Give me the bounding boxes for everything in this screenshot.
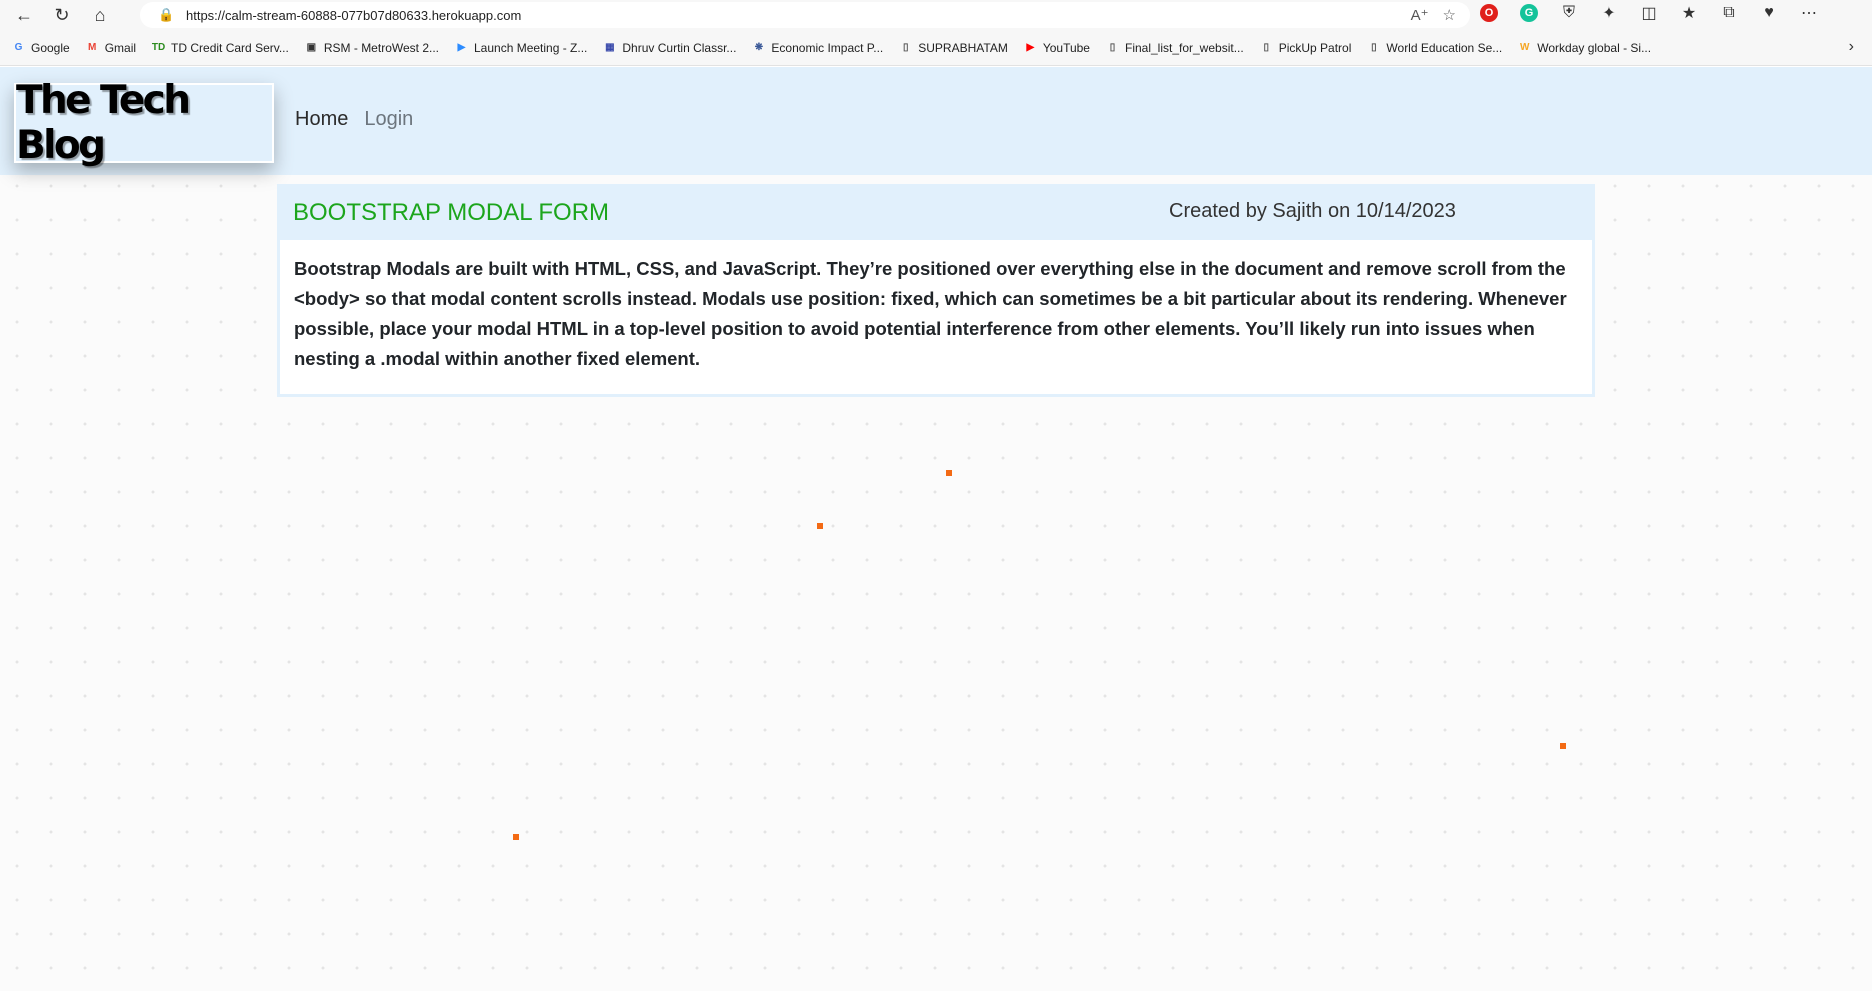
favorite-star-icon[interactable]: ☆: [1443, 6, 1456, 24]
bookmark-item[interactable]: ▣ RSM - MetroWest 2...: [305, 41, 439, 55]
bookmark-label: TD Credit Card Serv...: [171, 40, 289, 55]
td-bank-icon: TD: [151, 42, 166, 53]
decorative-dot: [946, 470, 952, 476]
site-logo[interactable]: The Tech Blog: [14, 78, 274, 168]
post-header: BOOTSTRAP MODAL FORM Created by Sajith o…: [280, 187, 1592, 240]
more-menu-icon[interactable]: ⋯: [1800, 4, 1818, 22]
zoom-icon: ▶: [457, 42, 466, 53]
favorites-icon[interactable]: ★: [1680, 4, 1698, 22]
workday-icon: W: [1520, 42, 1530, 53]
bookmark-item[interactable]: W Workday global - Si...: [1518, 41, 1651, 55]
bookmark-label: Google: [31, 40, 70, 55]
bookmark-label: Gmail: [104, 40, 137, 55]
address-bar[interactable]: 🔒 https://calm-stream-60888-077b07d80633…: [140, 2, 1470, 28]
page-icon: ▯: [1263, 42, 1269, 53]
opera-extension-icon[interactable]: O: [1480, 4, 1498, 22]
bookmark-item[interactable]: ▯ SUPRABHATAM: [899, 41, 1008, 55]
bookmark-item[interactable]: M Gmail: [86, 41, 136, 55]
bookmark-label: YouTube: [1042, 40, 1090, 55]
bookmark-label: Workday global - Si...: [1537, 40, 1652, 55]
gmail-icon: M: [88, 42, 97, 53]
bookmark-label: PickUp Patrol: [1278, 40, 1352, 55]
bookmark-label: Final_list_for_websit...: [1124, 40, 1244, 55]
bookmark-item[interactable]: ▯ World Education Se...: [1367, 41, 1502, 55]
chevron-right-icon[interactable]: ›: [1849, 38, 1854, 56]
nav-home-link[interactable]: Home: [295, 108, 348, 131]
classroom-icon: ▦: [605, 42, 615, 53]
bookmarks-bar: G Google M Gmail TD TD Credit Card Serv... ▣ RS…: [0, 30, 1872, 66]
youtube-icon: ▶: [1026, 42, 1035, 53]
nav-login-link[interactable]: Login: [364, 108, 413, 131]
page-icon: ▯: [1109, 42, 1116, 53]
bookmark-item[interactable]: ❋ Economic Impact P...: [752, 40, 884, 55]
bookmark-label: RSM - MetroWest 2...: [323, 40, 439, 55]
home-icon[interactable]: ⌂: [86, 1, 114, 29]
grammarly-extension-icon[interactable]: G: [1520, 4, 1538, 22]
bookmark-item[interactable]: ▯ PickUp Patrol: [1260, 40, 1352, 55]
post-body: Bootstrap Modals are built with HTML, CS…: [294, 258, 1567, 369]
bookmark-item[interactable]: ▶ Launch Meeting - Z...: [455, 40, 588, 55]
shield-extension-icon[interactable]: ⛨: [1560, 4, 1578, 22]
decorative-dot: [817, 523, 823, 529]
refresh-icon[interactable]: ↻: [48, 1, 76, 29]
main-nav: Home Login: [295, 108, 413, 131]
browser-toolbar: ← ↻ ⌂ 🔒 https://calm-stream-60888-077b07…: [0, 0, 1872, 30]
browser-essentials-icon[interactable]: ♥: [1760, 4, 1778, 22]
read-aloud-icon[interactable]: A⁺: [1411, 6, 1429, 24]
bookmark-label: Dhruv Curtin Classr...: [622, 40, 737, 55]
collections-icon[interactable]: ⧉: [1720, 4, 1738, 22]
url-text[interactable]: https://calm-stream-60888-077b07d80633.h…: [186, 8, 521, 23]
split-screen-icon[interactable]: ◫: [1640, 4, 1658, 22]
contact-card-icon: ▣: [306, 42, 317, 53]
bookmark-item[interactable]: ▦ Dhruv Curtin Classr...: [603, 41, 736, 55]
back-arrow-icon[interactable]: ←: [10, 1, 38, 29]
decorative-dot: [513, 834, 519, 840]
page: The Tech Blog Home Login BOOTSTRAP MODAL…: [0, 67, 1872, 991]
bookmark-label: Launch Meeting - Z...: [474, 40, 588, 55]
bookmark-item[interactable]: G Google: [12, 41, 70, 55]
site-header: The Tech Blog Home Login: [0, 67, 1872, 175]
bookmark-item[interactable]: TD TD Credit Card Serv...: [152, 41, 289, 55]
bookmark-item[interactable]: ▶ YouTube: [1024, 41, 1090, 55]
post-meta: Created by Sajith on 10/14/2023: [1169, 200, 1456, 222]
site-logo-text: The Tech Blog: [16, 78, 191, 168]
bookmark-label: SUPRABHATAM: [918, 40, 1008, 55]
google-icon: G: [14, 42, 23, 53]
extensions-puzzle-icon[interactable]: ✦: [1600, 4, 1618, 22]
bookmark-label: Economic Impact P...: [771, 40, 884, 55]
decorative-dot: [1560, 743, 1566, 749]
seal-icon: ❋: [754, 42, 764, 53]
bookmark-label: World Education Se...: [1386, 40, 1503, 55]
page-icon: ▯: [902, 42, 909, 53]
post-card[interactable]: BOOTSTRAP MODAL FORM Created by Sajith o…: [277, 184, 1595, 397]
post-title[interactable]: BOOTSTRAP MODAL FORM: [293, 199, 609, 227]
page-icon: ▯: [1371, 42, 1377, 53]
lock-icon: 🔒: [158, 7, 175, 22]
bookmark-item[interactable]: ▯ Final_list_for_websit...: [1106, 41, 1244, 55]
